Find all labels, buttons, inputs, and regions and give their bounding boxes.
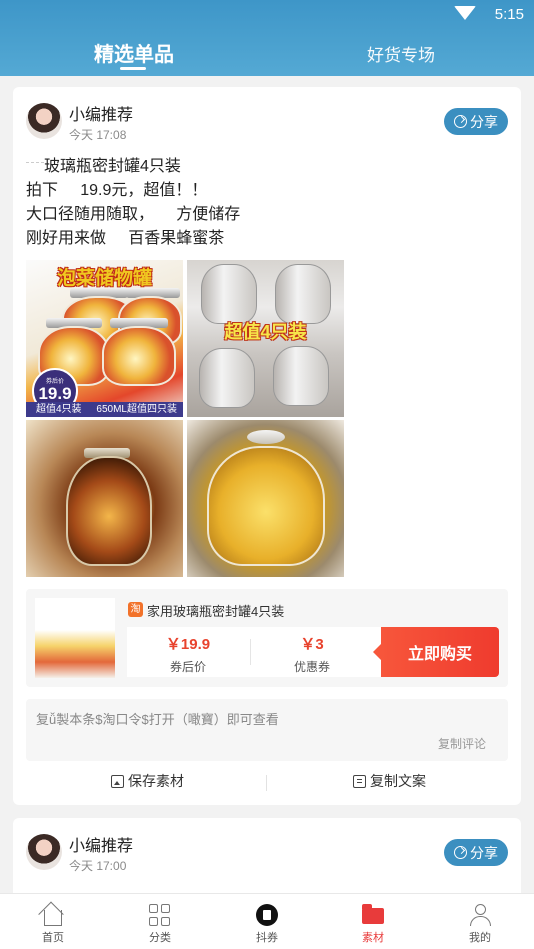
author-name: 小编推荐 — [69, 107, 134, 124]
product-card[interactable]: 淘 家用玻璃瓶密封罐4只装 ￥19.9 券后价 ￥3 优惠券 立即购买 — [26, 589, 508, 687]
post-time: 今天 17:00 — [69, 859, 127, 873]
post-line: 玻璃瓶密封罐4只装 — [26, 155, 240, 179]
product-image-2[interactable]: 超值4只装 — [187, 260, 344, 417]
divider — [266, 775, 267, 791]
nav-material[interactable]: 素材 — [333, 894, 413, 949]
product-image-1[interactable]: 泡菜储物罐 券后价 19.9 超值4只装 650ML超值四只装 — [26, 260, 183, 417]
bottom-navigation: 首页 分类 抖券 素材 我的 — [0, 893, 534, 949]
nav-label: 首页 — [42, 932, 64, 944]
price-panel: ￥19.9 券后价 ￥3 优惠券 立即购买 — [127, 627, 499, 677]
product-image-4[interactable] — [187, 420, 344, 577]
badge-price: 19.9 — [38, 384, 72, 403]
comment-box: 复ǚ製本条$淘口令$打开（噉寶）即可查看 复制评论 — [26, 699, 508, 761]
buy-now-button[interactable]: 立即购买 — [373, 627, 499, 677]
image-caption: 超值4只装 — [224, 322, 307, 342]
home-icon — [44, 910, 62, 926]
avatar — [26, 103, 62, 139]
avatar — [26, 834, 62, 870]
user-icon — [469, 904, 491, 926]
share-label: 分享 — [470, 113, 498, 130]
share-label: 分享 — [470, 844, 498, 861]
nav-label: 素材 — [362, 932, 384, 944]
final-price-block: ￥19.9 券后价 — [127, 627, 249, 677]
share-button[interactable]: 分享 — [444, 839, 508, 866]
product-title[interactable]: 家用玻璃瓶密封罐4只装 — [147, 601, 284, 620]
author-name: 小编推荐 — [69, 838, 134, 855]
dotted-mark — [26, 161, 44, 172]
copy-comment-button[interactable]: 复制评论 — [438, 735, 486, 752]
tab-active-indicator — [120, 67, 146, 70]
post-line: 刚好用来做 百香果蜂蜜茶 — [26, 230, 225, 247]
glass-jar — [199, 348, 255, 408]
tab-selected-products[interactable]: 精选单品 — [94, 38, 174, 67]
product-image-3[interactable] — [26, 420, 183, 577]
image-strip: 超值4只装 650ML超值四只装 — [26, 402, 183, 417]
nav-mine[interactable]: 我的 — [440, 894, 520, 949]
coupon-block: ￥3 优惠券 — [251, 627, 373, 677]
wifi-icon — [454, 6, 476, 20]
image-icon — [111, 774, 124, 788]
nav-label: 抖券 — [256, 932, 278, 944]
save-label: 保存素材 — [128, 773, 184, 789]
jar — [66, 456, 152, 566]
jar — [207, 446, 325, 566]
post-text[interactable]: 玻璃瓶密封罐4只装 拍下 19.9元，超值！！ 大口径随用随取， 方便储存 刚好… — [26, 155, 240, 251]
folder-icon — [362, 904, 384, 924]
copy-text-button[interactable]: 复制文案 — [353, 771, 426, 791]
coupon-label: 优惠券 — [293, 660, 330, 674]
grid-icon — [149, 904, 171, 926]
coupon-value: ￥3 — [300, 636, 324, 653]
post-line: 大口径随用随取， 方便储存 — [26, 206, 241, 223]
post-line: 拍下 19.9元，超值！！ — [26, 182, 208, 199]
copy-icon — [353, 774, 366, 788]
post-card: 小编推荐 今天 17:08 分享 玻璃瓶密封罐4只装 拍下 19.9元，超值！！… — [13, 87, 521, 805]
comment-text: 复ǚ製本条$淘口令$打开（噉寶）即可查看 — [36, 712, 279, 727]
nav-label: 我的 — [469, 932, 491, 944]
glass-jar — [275, 264, 331, 324]
top-header: 5:15 精选单品 好货专场 — [0, 0, 534, 76]
copy-label: 复制文案 — [370, 773, 426, 789]
save-material-button[interactable]: 保存素材 — [111, 771, 184, 791]
nav-category[interactable]: 分类 — [120, 894, 200, 949]
status-time: 5:15 — [494, 6, 524, 23]
jar-lid — [247, 430, 285, 444]
taobao-icon: 淘 — [128, 602, 143, 617]
final-price-label: 券后价 — [169, 660, 206, 674]
jar — [102, 326, 176, 386]
post-time: 今天 17:08 — [69, 128, 127, 142]
strip-left: 超值4只装 — [36, 404, 82, 415]
tab-good-items[interactable]: 好货专场 — [367, 41, 435, 66]
strip-right: 650ML超值四只装 — [96, 404, 177, 415]
glass-jar — [273, 346, 329, 406]
final-price: ￥19.9 — [165, 636, 211, 653]
nav-label: 分类 — [149, 932, 171, 944]
share-icon — [454, 115, 467, 128]
share-icon — [454, 846, 467, 859]
nav-douquan[interactable]: 抖券 — [227, 894, 307, 949]
product-thumbnail[interactable] — [35, 598, 115, 678]
nav-home[interactable]: 首页 — [13, 894, 93, 949]
post-actions: 保存素材 复制文案 — [13, 771, 521, 795]
glass-jar — [201, 264, 257, 324]
image-caption: 泡菜储物罐 — [56, 268, 152, 289]
coupon-icon — [256, 904, 278, 926]
share-button[interactable]: 分享 — [444, 108, 508, 135]
